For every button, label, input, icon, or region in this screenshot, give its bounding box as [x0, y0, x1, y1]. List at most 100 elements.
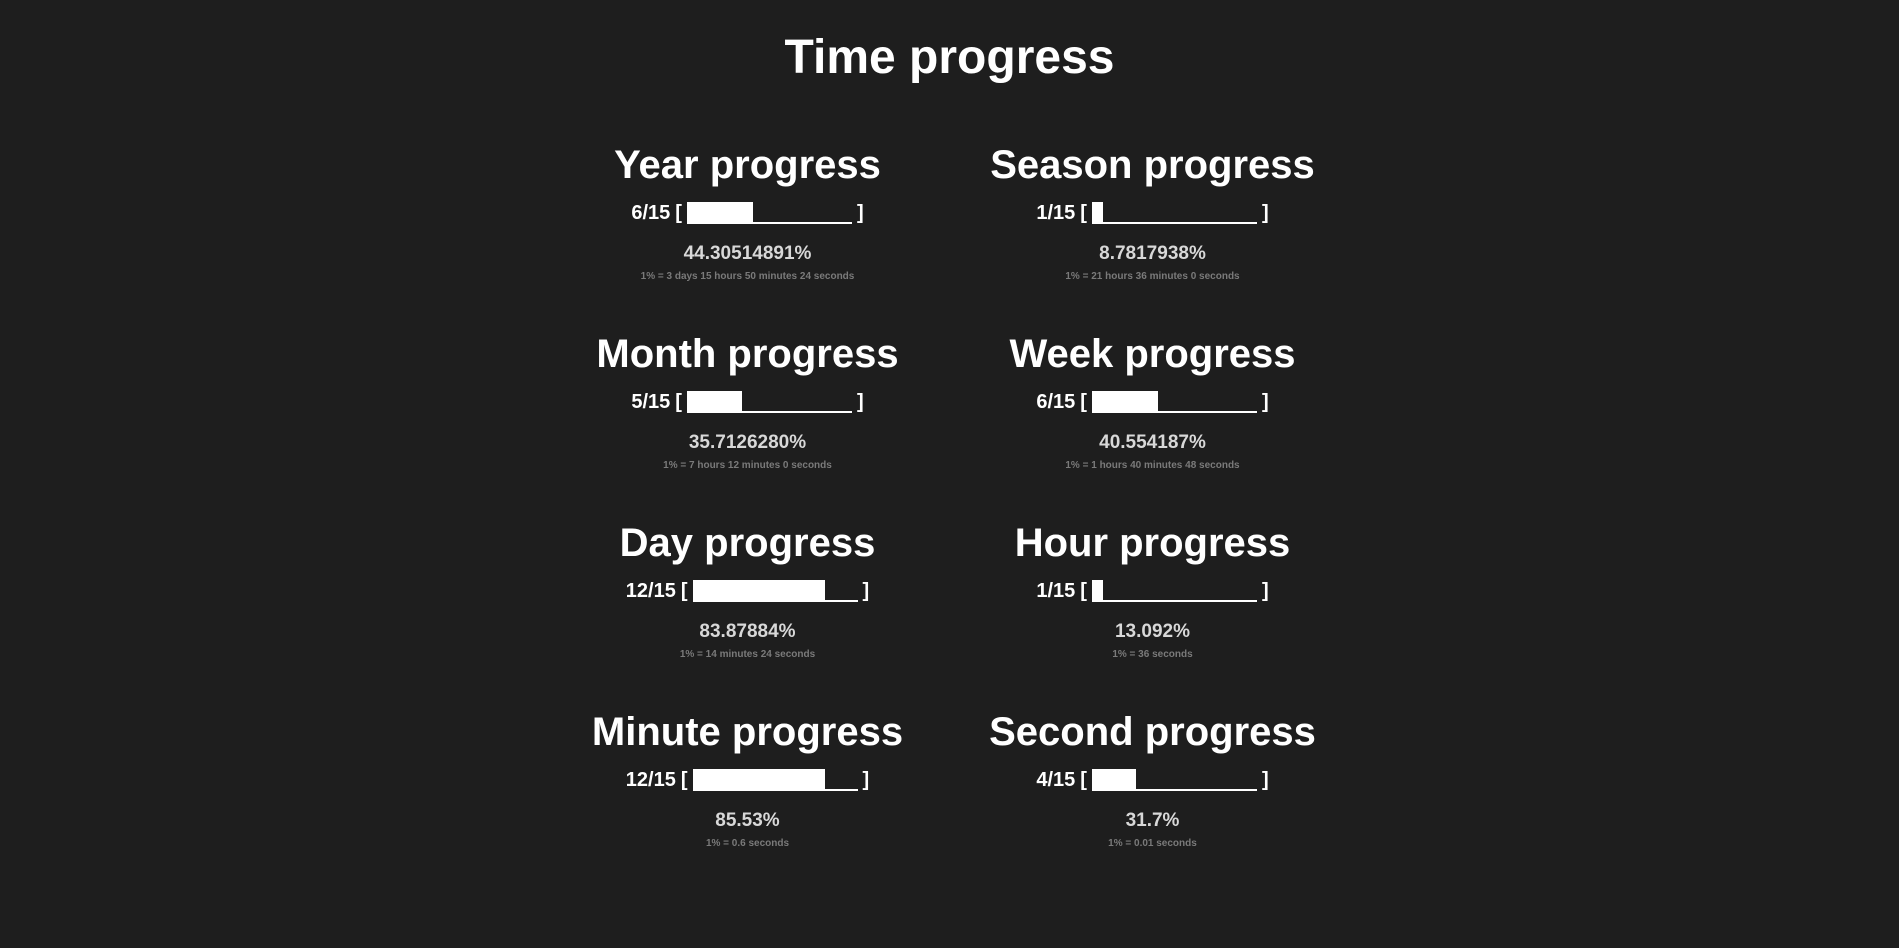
- bar-segment-empty: [763, 391, 775, 413]
- bar-segment-filled: [692, 769, 704, 791]
- bar-segment-empty: [1102, 202, 1114, 224]
- bar-segment-empty: [785, 202, 797, 224]
- card-title: Second progress: [989, 710, 1316, 754]
- bar-segment-empty: [1234, 580, 1246, 602]
- bar-count: 6/15: [631, 202, 671, 224]
- bar-segment-empty: [818, 391, 830, 413]
- bar-segment-empty: [1179, 769, 1191, 791]
- bar-segment-filled: [1124, 769, 1136, 791]
- bar-segment-empty: [1223, 580, 1235, 602]
- bar-segment-filled: [769, 769, 781, 791]
- bar-segment-filled: [697, 202, 709, 224]
- progress-bar: [692, 580, 858, 602]
- bar-segment-filled: [719, 202, 731, 224]
- bar-segment-empty: [1212, 391, 1224, 413]
- bar-segment-empty: [840, 202, 852, 224]
- open-bracket: [: [1080, 391, 1087, 413]
- unit-note: 1% = 36 seconds: [1112, 649, 1193, 660]
- close-bracket: ]: [856, 391, 864, 413]
- percent-value: 83.87884%: [699, 621, 796, 642]
- close-bracket: ]: [1261, 769, 1269, 791]
- progress-bar-row: 1/15 [ ]: [1036, 578, 1269, 604]
- open-bracket: [: [1080, 202, 1087, 224]
- bar-segment-empty: [1113, 580, 1125, 602]
- bar-segment-filled: [747, 580, 759, 602]
- bar-segment-filled: [736, 769, 748, 791]
- bar-segment-filled: [813, 769, 825, 791]
- close-bracket: ]: [862, 769, 870, 791]
- bar-segment-filled: [697, 391, 709, 413]
- bar-segment-empty: [829, 391, 841, 413]
- bar-segment-empty: [1124, 202, 1136, 224]
- card-title: Minute progress: [591, 710, 904, 754]
- open-bracket: [: [1080, 580, 1087, 602]
- bar-segment-empty: [807, 391, 819, 413]
- bar-count: 5/15: [631, 391, 671, 413]
- bar-segment-empty: [1245, 202, 1257, 224]
- progress-bar-row: 12/15 [ ]: [626, 767, 869, 793]
- percent-value: 40.554187%: [1099, 432, 1206, 453]
- unit-note: 1% = 3 days 15 hours 50 minutes 24 secon…: [640, 271, 855, 282]
- progress-bar-row: 12/15 [ ]: [626, 578, 869, 604]
- bar-segment-filled: [708, 391, 720, 413]
- bar-segment-empty: [1212, 202, 1224, 224]
- progress-bar-row: 6/15 [ ]: [1036, 389, 1269, 415]
- bar-segment-filled: [1146, 391, 1158, 413]
- bar-segment-filled: [780, 769, 792, 791]
- bar-segment-empty: [1234, 391, 1246, 413]
- bar-segment-filled: [692, 580, 704, 602]
- open-bracket: [: [680, 769, 688, 791]
- close-bracket: ]: [862, 580, 870, 602]
- bar-count: 4/15: [1036, 769, 1076, 791]
- close-bracket: ]: [856, 202, 864, 224]
- bar-segment-filled: [758, 580, 770, 602]
- open-bracket: [: [675, 391, 682, 413]
- bar-segment-empty: [774, 391, 786, 413]
- bar-segment-empty: [846, 769, 858, 791]
- bar-segment-filled: [1124, 391, 1136, 413]
- bar-segment-empty: [1157, 202, 1169, 224]
- bar-segment-empty: [1135, 202, 1147, 224]
- bar-segment-empty: [1234, 202, 1246, 224]
- bar-segment-filled: [791, 769, 803, 791]
- close-bracket: ]: [1261, 391, 1269, 413]
- progress-bar: [686, 391, 852, 413]
- progress-card: Day progress 12/15 [ ] 83.87884% 1% = 14…: [545, 518, 950, 707]
- percent-value: 8.7817938%: [1099, 243, 1206, 264]
- bar-segment-empty: [1190, 580, 1202, 602]
- bar-segment-filled: [714, 580, 726, 602]
- progress-bar: [1091, 202, 1257, 224]
- percent-value: 85.53%: [715, 810, 780, 831]
- bar-segment-filled: [813, 580, 825, 602]
- bar-segment-empty: [840, 391, 852, 413]
- bar-segment-empty: [752, 391, 764, 413]
- open-bracket: [: [675, 202, 682, 224]
- bar-segment-filled: [1102, 391, 1114, 413]
- bar-segment-empty: [1223, 202, 1235, 224]
- progress-bar-row: 6/15 [ ]: [631, 200, 864, 226]
- progress-bar: [1091, 391, 1257, 413]
- bar-segment-empty: [1168, 202, 1180, 224]
- bar-segment-empty: [1212, 580, 1224, 602]
- bar-count: 6/15: [1036, 391, 1076, 413]
- card-title: Season progress: [990, 143, 1315, 187]
- bar-count: 12/15: [625, 769, 676, 791]
- bar-segment-empty: [1157, 769, 1169, 791]
- bar-segment-empty: [1179, 202, 1191, 224]
- bar-segment-empty: [1190, 391, 1202, 413]
- bar-segment-filled: [725, 580, 737, 602]
- bar-segment-filled: [1091, 580, 1103, 602]
- bar-segment-empty: [846, 580, 858, 602]
- bar-segment-filled: [769, 580, 781, 602]
- bar-segment-empty: [1168, 580, 1180, 602]
- bar-segment-empty: [1212, 769, 1224, 791]
- bar-segment-empty: [741, 391, 753, 413]
- bar-segment-empty: [1190, 769, 1202, 791]
- progress-card: Second progress 4/15 [ ] 31.7% 1% = 0.01…: [950, 707, 1355, 896]
- bar-segment-filled: [1091, 391, 1103, 413]
- bar-segment-empty: [1245, 769, 1257, 791]
- bar-count: 12/15: [625, 580, 676, 602]
- bar-segment-filled: [708, 202, 720, 224]
- unit-note: 1% = 0.6 seconds: [705, 838, 790, 849]
- bar-segment-empty: [1234, 769, 1246, 791]
